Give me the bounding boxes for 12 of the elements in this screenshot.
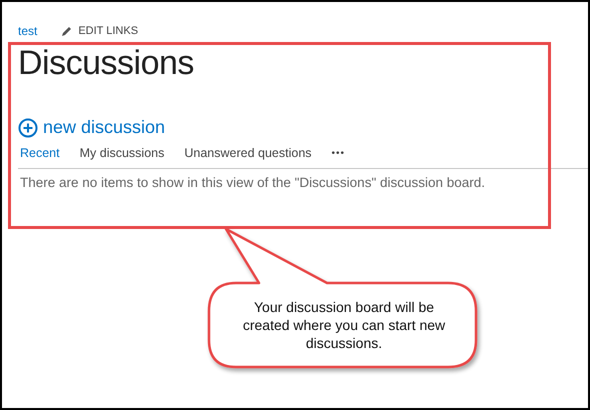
view-tab[interactable]: My discussions (80, 146, 164, 160)
callout-text: Your discussion board will be created where you can start new discussions. (242, 298, 446, 352)
site-link[interactable]: test (18, 24, 38, 38)
view-tab[interactable]: Recent (20, 146, 60, 160)
empty-message: There are no items to show in this view of the "Discussions" discussion board. (20, 175, 486, 190)
plus-circle-icon (18, 118, 38, 138)
page-title: Discussions (18, 44, 195, 83)
view-tab[interactable]: Unanswered questions (184, 146, 312, 160)
edit-links-button[interactable]: EDIT LINKS (61, 25, 138, 37)
pencil-icon (61, 26, 72, 36)
more-button[interactable]: ••• (332, 148, 346, 158)
new-discussion-button[interactable]: new discussion (18, 117, 166, 138)
